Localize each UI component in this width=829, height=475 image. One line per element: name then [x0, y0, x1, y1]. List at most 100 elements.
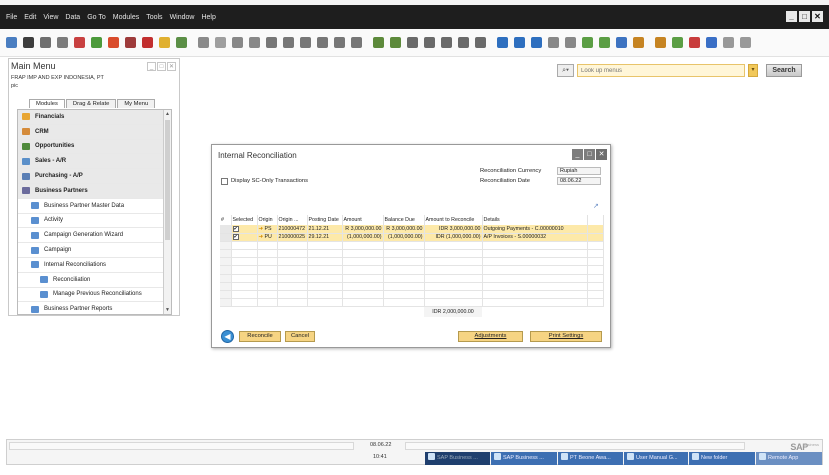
table-row[interactable]	[220, 274, 604, 283]
menu-item-edit[interactable]: Edit	[24, 14, 36, 21]
table-row[interactable]	[220, 290, 604, 300]
alert-icon[interactable]	[424, 37, 435, 48]
column-header[interactable]: Origin	[257, 215, 278, 225]
excel-icon[interactable]	[91, 37, 102, 48]
find-icon[interactable]	[176, 37, 187, 48]
link-arrow-icon[interactable]: ➜	[259, 226, 263, 232]
close-icon[interactable]: ✕	[167, 62, 176, 71]
column-header[interactable]: #	[220, 215, 232, 225]
print-settings-button[interactable]: Print Settings	[530, 331, 602, 342]
row-selected-checkbox[interactable]: ✔	[232, 234, 239, 241]
lock-icon[interactable]	[142, 37, 153, 48]
chevron-down-icon[interactable]: ▾	[748, 64, 758, 77]
menu-entry-internal-reconciliations[interactable]: Internal Reconciliations	[18, 258, 171, 273]
adjustments-button[interactable]: Adjustments	[458, 331, 523, 342]
column-header[interactable]: Amount to Reconcile	[424, 215, 483, 225]
taskbar-item[interactable]: Remote App	[756, 452, 822, 465]
reconcile-button[interactable]: Reconcile	[239, 331, 281, 342]
taskbar-item[interactable]: PT Beone Awa...	[558, 452, 623, 465]
scrollbar[interactable]: ▲ ▼	[163, 110, 171, 314]
expand-grid-icon[interactable]: ↗	[593, 202, 599, 210]
tab-my-menu[interactable]: My Menu	[117, 99, 156, 108]
journal-icon[interactable]	[373, 37, 384, 48]
table-row[interactable]	[220, 257, 604, 267]
settings-icon[interactable]	[723, 37, 734, 48]
message-icon[interactable]	[672, 37, 683, 48]
filter-icon[interactable]	[159, 37, 170, 48]
chart-icon[interactable]	[300, 37, 311, 48]
user-icon[interactable]	[633, 37, 644, 48]
menu-entry-opportunities[interactable]: Opportunities	[18, 139, 171, 155]
menu-entry-business-partners[interactable]: Business Partners	[18, 183, 171, 199]
table-row[interactable]: ✔ ➜ PU 210000025 29.12.21 (1,000,000.00) (1,0…	[220, 233, 604, 242]
minimize-icon[interactable]: _	[572, 149, 583, 160]
table-row[interactable]	[220, 249, 604, 259]
menu-item-go-to[interactable]: Go To	[87, 14, 106, 21]
column-header[interactable]: Selected	[231, 215, 258, 225]
pencil-icon[interactable]	[655, 37, 666, 48]
menu-item-file[interactable]: File	[6, 14, 17, 21]
drill-icon[interactable]	[441, 37, 452, 48]
close-icon[interactable]: ✕	[596, 149, 607, 160]
reconciliation-currency-field[interactable]: Rupiah	[557, 167, 601, 175]
menu-entry-sales-a-r[interactable]: Sales - A/R	[18, 154, 171, 170]
calendar-icon[interactable]	[599, 37, 610, 48]
sort-icon[interactable]	[283, 37, 294, 48]
cut-icon[interactable]	[497, 37, 508, 48]
info-icon[interactable]	[706, 37, 717, 48]
last-icon[interactable]	[249, 37, 260, 48]
taskbar-item[interactable]: User Manual G...	[624, 452, 688, 465]
msg-icon[interactable]	[616, 37, 627, 48]
search-input[interactable]	[577, 64, 745, 77]
column-header[interactable]: Details	[482, 215, 588, 225]
close-icon[interactable]: ✕	[812, 11, 823, 22]
paste-icon[interactable]	[531, 37, 542, 48]
prev-icon[interactable]	[215, 37, 226, 48]
search-scope-icon[interactable]: ⌕▾	[557, 64, 574, 77]
table-row[interactable]: ✔ ➜ PS 210000472 21.12.21 R 3,000,000.00 R 3,…	[220, 225, 604, 234]
menu-item-help[interactable]: Help	[201, 14, 215, 21]
menu-item-modules[interactable]: Modules	[113, 14, 139, 21]
menu-entry-financials[interactable]: Financials	[18, 110, 171, 125]
amount-to-reconcile-cell[interactable]: IDR (1,000,000.00)	[424, 233, 483, 242]
row-selected-checkbox[interactable]: ✔	[232, 225, 239, 232]
help2-icon[interactable]	[565, 37, 576, 48]
layout-icon[interactable]	[458, 37, 469, 48]
table-row[interactable]	[220, 241, 604, 251]
gross-icon[interactable]	[351, 37, 362, 48]
menu-item-tools[interactable]: Tools	[146, 14, 162, 21]
next-icon[interactable]	[232, 37, 243, 48]
reconciliation-date-field[interactable]: 08.06.22	[557, 177, 601, 185]
search-button[interactable]: Search	[766, 64, 802, 77]
column-header[interactable]: Balance Due	[383, 215, 425, 225]
email-icon[interactable]	[40, 37, 51, 48]
menu-entry-crm[interactable]: CRM	[18, 124, 171, 140]
fax-icon[interactable]	[74, 37, 85, 48]
taskbar-item[interactable]: New folder	[689, 452, 755, 465]
menu-entry-business-partner-master-data[interactable]: Business Partner Master Data	[18, 199, 171, 214]
menu-entry-purchasing-a-p[interactable]: Purchasing - A/P	[18, 169, 171, 184]
copy-icon[interactable]	[514, 37, 525, 48]
restore-icon[interactable]: □	[799, 11, 810, 22]
restore-icon[interactable]: □	[157, 62, 166, 71]
column-header[interactable]: Amount	[342, 215, 384, 225]
menu-item-window[interactable]: Window	[170, 14, 195, 21]
column-header[interactable]: Posting Date	[307, 215, 343, 225]
scroll-thumb[interactable]	[165, 120, 170, 240]
restore-icon[interactable]: □	[584, 149, 595, 160]
config-icon[interactable]	[740, 37, 751, 48]
settlement-icon[interactable]	[390, 37, 401, 48]
menu-item-view[interactable]: View	[43, 14, 58, 21]
column-header[interactable]: Origin ...	[277, 215, 308, 225]
target-icon[interactable]	[334, 37, 345, 48]
link-arrow-icon[interactable]: ➜	[259, 234, 263, 240]
calc-icon[interactable]	[582, 37, 593, 48]
table-row[interactable]	[220, 265, 604, 275]
menu-entry-reconciliation[interactable]: Reconciliation	[18, 273, 171, 288]
menu-item-data[interactable]: Data	[65, 14, 80, 21]
transaction-icon[interactable]	[407, 37, 418, 48]
menu-entry-campaign[interactable]: Campaign	[18, 243, 171, 258]
table-row[interactable]	[220, 282, 604, 292]
minimize-icon[interactable]: _	[786, 11, 797, 22]
cancel-button[interactable]: Cancel	[285, 331, 315, 342]
